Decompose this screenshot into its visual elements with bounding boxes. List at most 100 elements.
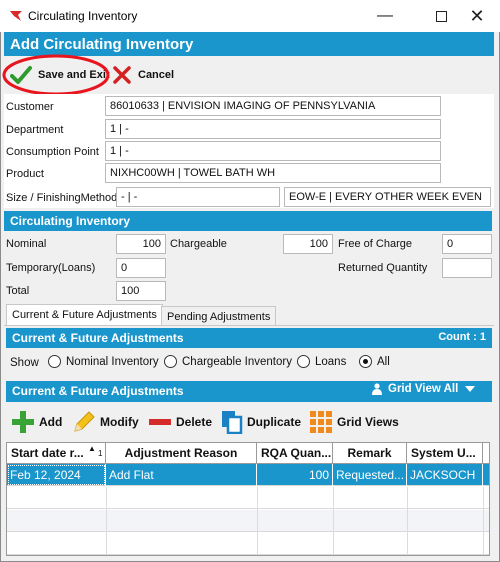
cancel-button[interactable]: Cancel — [112, 62, 174, 88]
total-label: Total — [6, 285, 30, 297]
radio-button — [297, 355, 310, 368]
delete-label: Delete — [176, 415, 213, 429]
column-header-adjustment-reason[interactable]: Adjustment Reason — [106, 443, 257, 463]
minus-icon — [149, 419, 171, 425]
product-label: Product — [6, 168, 44, 180]
minimize-icon: — — [377, 7, 393, 24]
column-separator — [333, 487, 334, 555]
adjustments-grid: Start date r... ▲ 1 Adjustment Reason RQ… — [6, 442, 490, 556]
app-icon — [9, 9, 23, 26]
grid-views-label: Grid Views — [337, 415, 399, 429]
add-button[interactable]: Add — [11, 410, 62, 434]
column-header-label: RQA Quan... — [261, 446, 332, 460]
filter-label: Chargeable Inventory — [182, 355, 292, 368]
total-field[interactable]: 100 — [116, 281, 166, 301]
duplicate-button[interactable]: Duplicate — [221, 410, 301, 434]
filter-all[interactable]: All — [359, 355, 390, 368]
column-header-system-user[interactable]: System U... — [407, 443, 483, 463]
filter-nominal-inventory[interactable]: Nominal Inventory — [48, 355, 159, 368]
radio-button-selected — [359, 355, 372, 368]
sort-order-number: 1 — [98, 449, 103, 458]
column-header-label: Remark — [347, 446, 392, 460]
filter-label: Loans — [315, 355, 347, 368]
user-icon — [372, 383, 382, 395]
column-separator — [106, 487, 107, 555]
grid-view-selector[interactable]: Grid View All — [372, 383, 476, 395]
empty-row — [7, 510, 489, 532]
column-header-rqa-quantity[interactable]: RQA Quan... — [257, 443, 333, 463]
returned-quantity-field[interactable] — [442, 258, 492, 278]
returned-quantity-label: Returned Quantity — [338, 262, 428, 274]
temporary-loans-label: Temporary(Loans) — [6, 262, 96, 274]
free-of-charge-label: Free of Charge — [338, 238, 412, 250]
sort-ascending-icon: ▲ — [88, 444, 96, 453]
table-row[interactable]: Feb 12, 2024 Add Flat 100 Requested... J… — [7, 464, 489, 486]
finishing-method-field[interactable]: EOW-E | EVERY OTHER WEEK EVEN — [284, 187, 491, 207]
product-field[interactable]: NIXHC00WH | TOWEL BATH WH — [105, 163, 441, 183]
grid-view-label: Grid View All — [388, 383, 459, 395]
minimize-button[interactable]: — — [362, 0, 408, 32]
column-header-label: Adjustment Reason — [124, 446, 238, 460]
chargeable-label: Chargeable — [170, 238, 227, 250]
title-bar: Circulating Inventory — ✕ — [0, 0, 500, 32]
column-header-label: System U... — [411, 446, 476, 460]
filter-loans[interactable]: Loans — [297, 355, 346, 368]
close-icon: ✕ — [469, 5, 485, 26]
tab-current-future-adjustments[interactable]: Current & Future Adjustments — [6, 304, 163, 325]
show-label: Show — [10, 357, 39, 369]
consumption-point-label: Consumption Point — [6, 146, 99, 158]
duplicate-icon — [222, 411, 243, 434]
column-separator — [483, 487, 484, 555]
filter-chargeable-inventory[interactable]: Chargeable Inventory — [164, 355, 292, 368]
cell-adjustment-reason: Add Flat — [106, 464, 257, 486]
consumption-point-field[interactable]: 1 | - — [105, 141, 441, 161]
empty-row — [7, 533, 489, 555]
maximize-icon — [435, 10, 447, 22]
count-label: Count : 1 — [438, 331, 486, 343]
plus-icon — [12, 411, 34, 433]
grid-section-title: Current & Future Adjustments — [12, 384, 184, 398]
free-of-charge-field[interactable]: 0 — [442, 234, 492, 254]
cell-start-date: Feb 12, 2024 — [7, 464, 106, 486]
adjustments-section-header: Current & Future Adjustments Count : 1 — [6, 328, 492, 348]
window-title: Circulating Inventory — [28, 9, 138, 23]
nominal-label: Nominal — [6, 238, 47, 250]
column-separator — [407, 487, 408, 555]
cell-rqa-quantity: 100 — [257, 464, 333, 486]
chevron-down-icon — [465, 386, 476, 392]
grid-icon — [310, 411, 332, 433]
column-header-label: Start date r... — [11, 446, 84, 460]
delete-button[interactable]: Delete — [148, 410, 212, 434]
column-header-remark[interactable]: Remark — [333, 443, 407, 463]
toolbar: Save and Exit Cancel — [2, 54, 494, 96]
duplicate-label: Duplicate — [247, 415, 302, 429]
radio-button — [48, 355, 61, 368]
cell-remark: Requested... — [333, 464, 407, 486]
filter-label: Nominal Inventory — [66, 355, 159, 368]
radio-button — [164, 355, 177, 368]
modify-label: Modify — [100, 415, 139, 429]
chargeable-field[interactable]: 100 — [283, 234, 333, 254]
filter-label: All — [377, 355, 390, 368]
x-icon — [113, 66, 131, 84]
nominal-field[interactable]: 100 — [116, 234, 166, 254]
customer-label: Customer — [6, 101, 54, 113]
department-field[interactable]: 1 | - — [105, 119, 441, 139]
add-label: Add — [39, 415, 63, 429]
column-separator — [257, 487, 258, 555]
cell-system-user: JACKSOCH — [407, 464, 483, 486]
size-finishing-label: Size / FinishingMethod — [6, 192, 118, 204]
grid-header: Start date r... ▲ 1 Adjustment Reason RQ… — [7, 443, 489, 464]
circulating-section-header: Circulating Inventory — [4, 211, 492, 231]
modify-button[interactable]: Modify — [72, 410, 139, 434]
adjustments-section-title: Current & Future Adjustments — [12, 331, 184, 345]
close-button[interactable]: ✕ — [454, 0, 500, 32]
size-field[interactable]: - | - — [116, 187, 280, 207]
customer-field[interactable]: 86010633 | ENVISION IMAGING OF PENNSYLVA… — [105, 96, 441, 116]
tab-pending-adjustments[interactable]: Pending Adjustments — [161, 306, 277, 325]
cancel-label: Cancel — [138, 69, 175, 81]
empty-row — [7, 487, 489, 509]
temporary-loans-field[interactable]: 0 — [116, 258, 166, 278]
grid-views-button[interactable]: Grid Views — [310, 410, 399, 434]
department-label: Department — [6, 124, 64, 136]
